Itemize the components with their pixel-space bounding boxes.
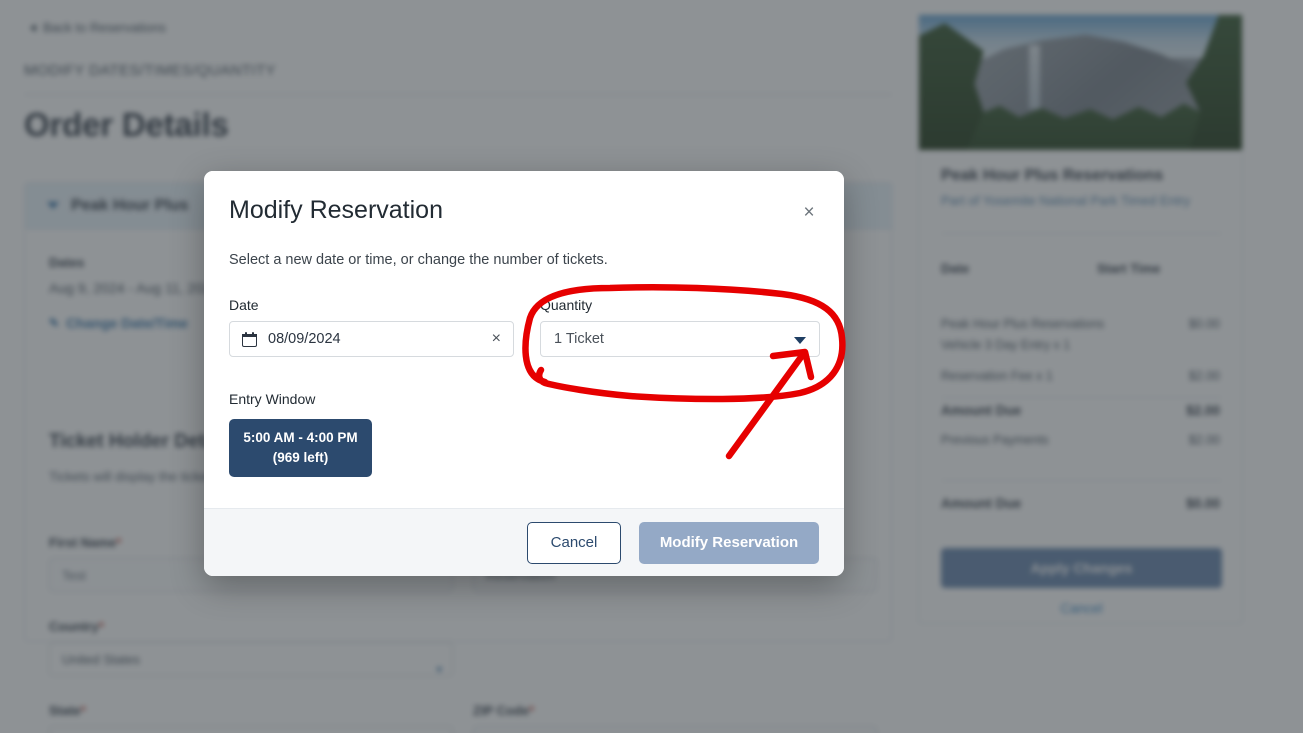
clear-date-icon[interactable]: × <box>492 329 501 349</box>
chevron-down-icon[interactable] <box>794 337 806 344</box>
close-icon[interactable]: × <box>796 199 822 225</box>
calendar-icon <box>242 332 257 347</box>
entry-window-slot-button[interactable]: 5:00 AM - 4:00 PM (969 left) <box>229 419 372 477</box>
date-input-value: 08/09/2024 <box>268 331 341 347</box>
modal-title: Modify Reservation <box>229 196 443 225</box>
entry-window-remaining: (969 left) <box>273 448 329 468</box>
quantity-select[interactable]: 1 Ticket <box>540 321 820 357</box>
app-root: Back to Reservations MODIFY DATES/TIMES/… <box>0 0 1303 733</box>
cancel-button[interactable]: Cancel <box>527 522 621 564</box>
modify-reservation-modal: Modify Reservation × Select a new date o… <box>204 171 844 576</box>
modal-description: Select a new date or time, or change the… <box>229 252 608 268</box>
quantity-label: Quantity <box>540 297 820 313</box>
modal-body: Modify Reservation × Select a new date o… <box>204 171 844 508</box>
date-field-group: Date 08/09/2024 × <box>229 297 514 357</box>
date-input[interactable]: 08/09/2024 × <box>229 321 514 357</box>
quantity-select-value: 1 Ticket <box>554 331 604 347</box>
quantity-field-group: Quantity 1 Ticket <box>540 297 820 357</box>
modal-footer: Cancel Modify Reservation <box>204 508 844 576</box>
date-label: Date <box>229 297 514 313</box>
entry-window-time-range: 5:00 AM - 4:00 PM <box>243 428 357 448</box>
modify-reservation-submit-button: Modify Reservation <box>639 522 819 564</box>
entry-window-label: Entry Window <box>229 391 315 407</box>
